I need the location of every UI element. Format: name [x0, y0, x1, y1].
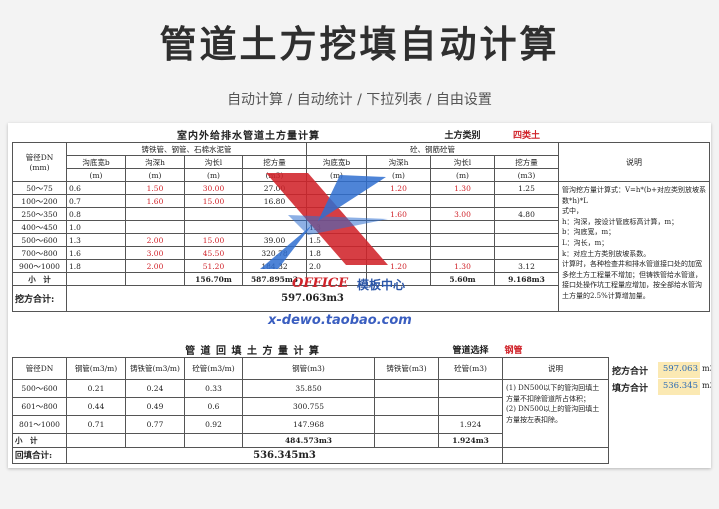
backfill-note: (1) DN500以下的管沟回填土方量不扣除管道所占体积； (2) DN500以上…: [502, 379, 610, 448]
cast-group-header: 铸铁管、钢管、石棉水泥管: [66, 142, 307, 156]
note-line: (1) DN500以下的管沟回填土方量不扣除管道所占体积；: [506, 384, 600, 403]
excavation-caption: 室内外给排水管道土方量计算: [177, 131, 320, 142]
page-subtitle: 自动计算 / 自动统计 / 下拉列表 / 自由设置: [227, 92, 492, 108]
note-header: 说明: [558, 142, 710, 182]
concrete-group-header: 砼、钢筋砼管: [306, 142, 559, 156]
col-width: 沟底宽b: [66, 155, 126, 169]
backfill-caption: 管 道 回 填 土 方 量 计 算: [185, 346, 320, 357]
note-line: L：沟长，m；: [562, 238, 609, 247]
watermark-center: 模板中心: [357, 278, 406, 292]
pipe-select[interactable]: 钢管: [503, 342, 609, 358]
watermark-x-logo: [260, 173, 388, 269]
fill-total-value: 536.345: [658, 379, 700, 395]
note-line: 管沟挖方量计算式：V=h*(b+对应类别放坡系数*h)*L: [562, 186, 707, 205]
excavation-note: 管沟挖方量计算式：V=h*(b+对应类别放坡系数*h)*L 式中， h：沟深，按设计…: [558, 181, 710, 312]
note-line: b：沟底宽，m；: [562, 228, 616, 237]
note-line: 式中，: [562, 207, 583, 216]
soil-type-select[interactable]: 四类土: [495, 127, 559, 143]
note-line: (2) DN500以上的管沟回填土方量按左表扣除。: [506, 405, 600, 424]
note-line: h：沟深，按设计管底标高计算，m；: [562, 217, 679, 226]
dig-total-box: 挖方合计 597.063 m3: [612, 362, 711, 378]
total-row: 回填合计: 536.345m3: [12, 446, 610, 464]
col-length: 沟长l: [430, 155, 495, 169]
dig-total-value: 597.063: [658, 362, 700, 378]
fill-total-box: 填方合计 536.345 m3: [612, 379, 711, 395]
backfill-table: 管 道 回 填 土 方 量 计 算 管道选择 钢管 管径DN 钢管(m3/m) …: [12, 342, 610, 464]
note-line: k：对应土方类别放坡系数。: [562, 249, 651, 258]
table-row: 500～600 0.21 0.24 0.33 35.850 (1) DN500以…: [12, 379, 610, 448]
watermark-url: x-dewo.taobao.com: [268, 313, 412, 328]
watermark-office: OFFICE: [292, 276, 349, 291]
soil-type-label: 土方类别: [444, 131, 481, 141]
dn-header: 管径DN (mm): [12, 142, 67, 182]
col-volume: 挖方量: [494, 155, 559, 169]
page-title: 管道土方挖填自动计算: [159, 23, 560, 66]
pipe-select-label: 管道选择: [452, 346, 489, 356]
note-line: 计算时，各种检查井和排水管道接口处的加宽多挖土方工程量不增加；但铸铁管给水管道，…: [562, 260, 702, 300]
col-depth: 沟深h: [125, 155, 185, 169]
col-length: 沟长l: [184, 155, 243, 169]
